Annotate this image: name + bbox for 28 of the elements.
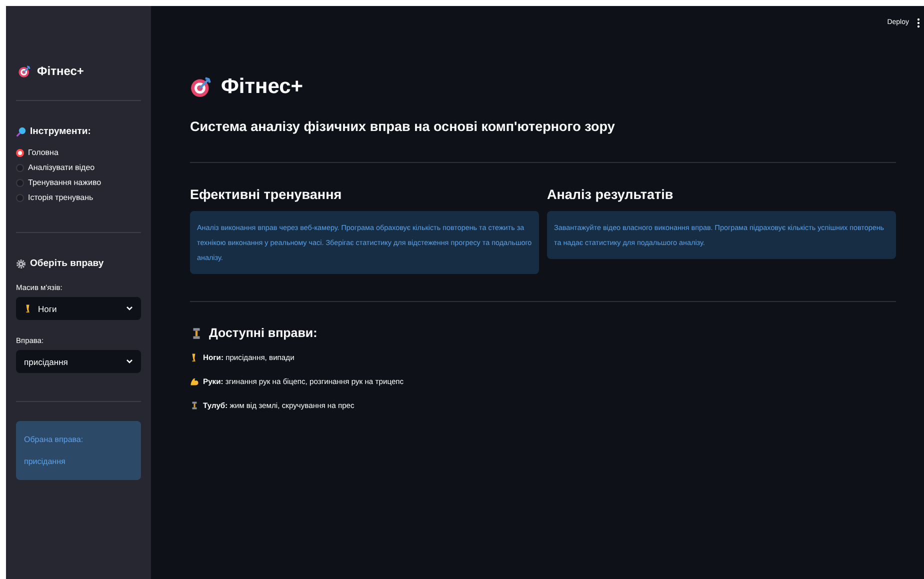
magnifier-icon xyxy=(16,126,26,136)
radio-label[interactable]: Аналізувати відео xyxy=(28,163,95,172)
target-icon xyxy=(190,76,212,98)
more-menu-icon[interactable] xyxy=(917,18,920,28)
radio-button[interactable] xyxy=(16,148,24,156)
chevron-icon xyxy=(126,306,133,311)
chevron-icon xyxy=(126,359,133,364)
section-heading: Доступні вправи: xyxy=(209,326,318,340)
sidebar-title: Фітнес+ xyxy=(37,64,84,78)
feature-heading: Аналіз результатів xyxy=(547,187,674,202)
radio-button[interactable] xyxy=(16,194,24,202)
radio-button[interactable] xyxy=(16,178,24,186)
dropdown[interactable]: присідання xyxy=(16,350,141,373)
section-heading: Інструменти: xyxy=(30,126,91,137)
target-icon xyxy=(18,64,31,78)
radio-label[interactable]: Головна xyxy=(28,148,58,157)
radio-label[interactable]: Тренування наживо xyxy=(28,178,102,187)
page-subtitle: Система аналізу фізичних вправ на основі комп'ютерного зору xyxy=(190,119,616,134)
page-title: Фітнес+ xyxy=(221,75,304,99)
dropdown[interactable]: Ноги xyxy=(16,297,141,320)
section-heading: Оберіть вправу xyxy=(30,258,104,269)
biceps-icon xyxy=(190,377,199,386)
selected-exercise-card: Обрана вправа: присідання xyxy=(16,421,141,480)
radio-label[interactable]: Історія тренувань xyxy=(28,193,94,202)
radio-button[interactable] xyxy=(16,164,24,172)
gear-icon xyxy=(16,258,26,268)
feature-heading: Ефективні тренування xyxy=(190,187,343,202)
dumbbell-icon xyxy=(190,401,199,410)
